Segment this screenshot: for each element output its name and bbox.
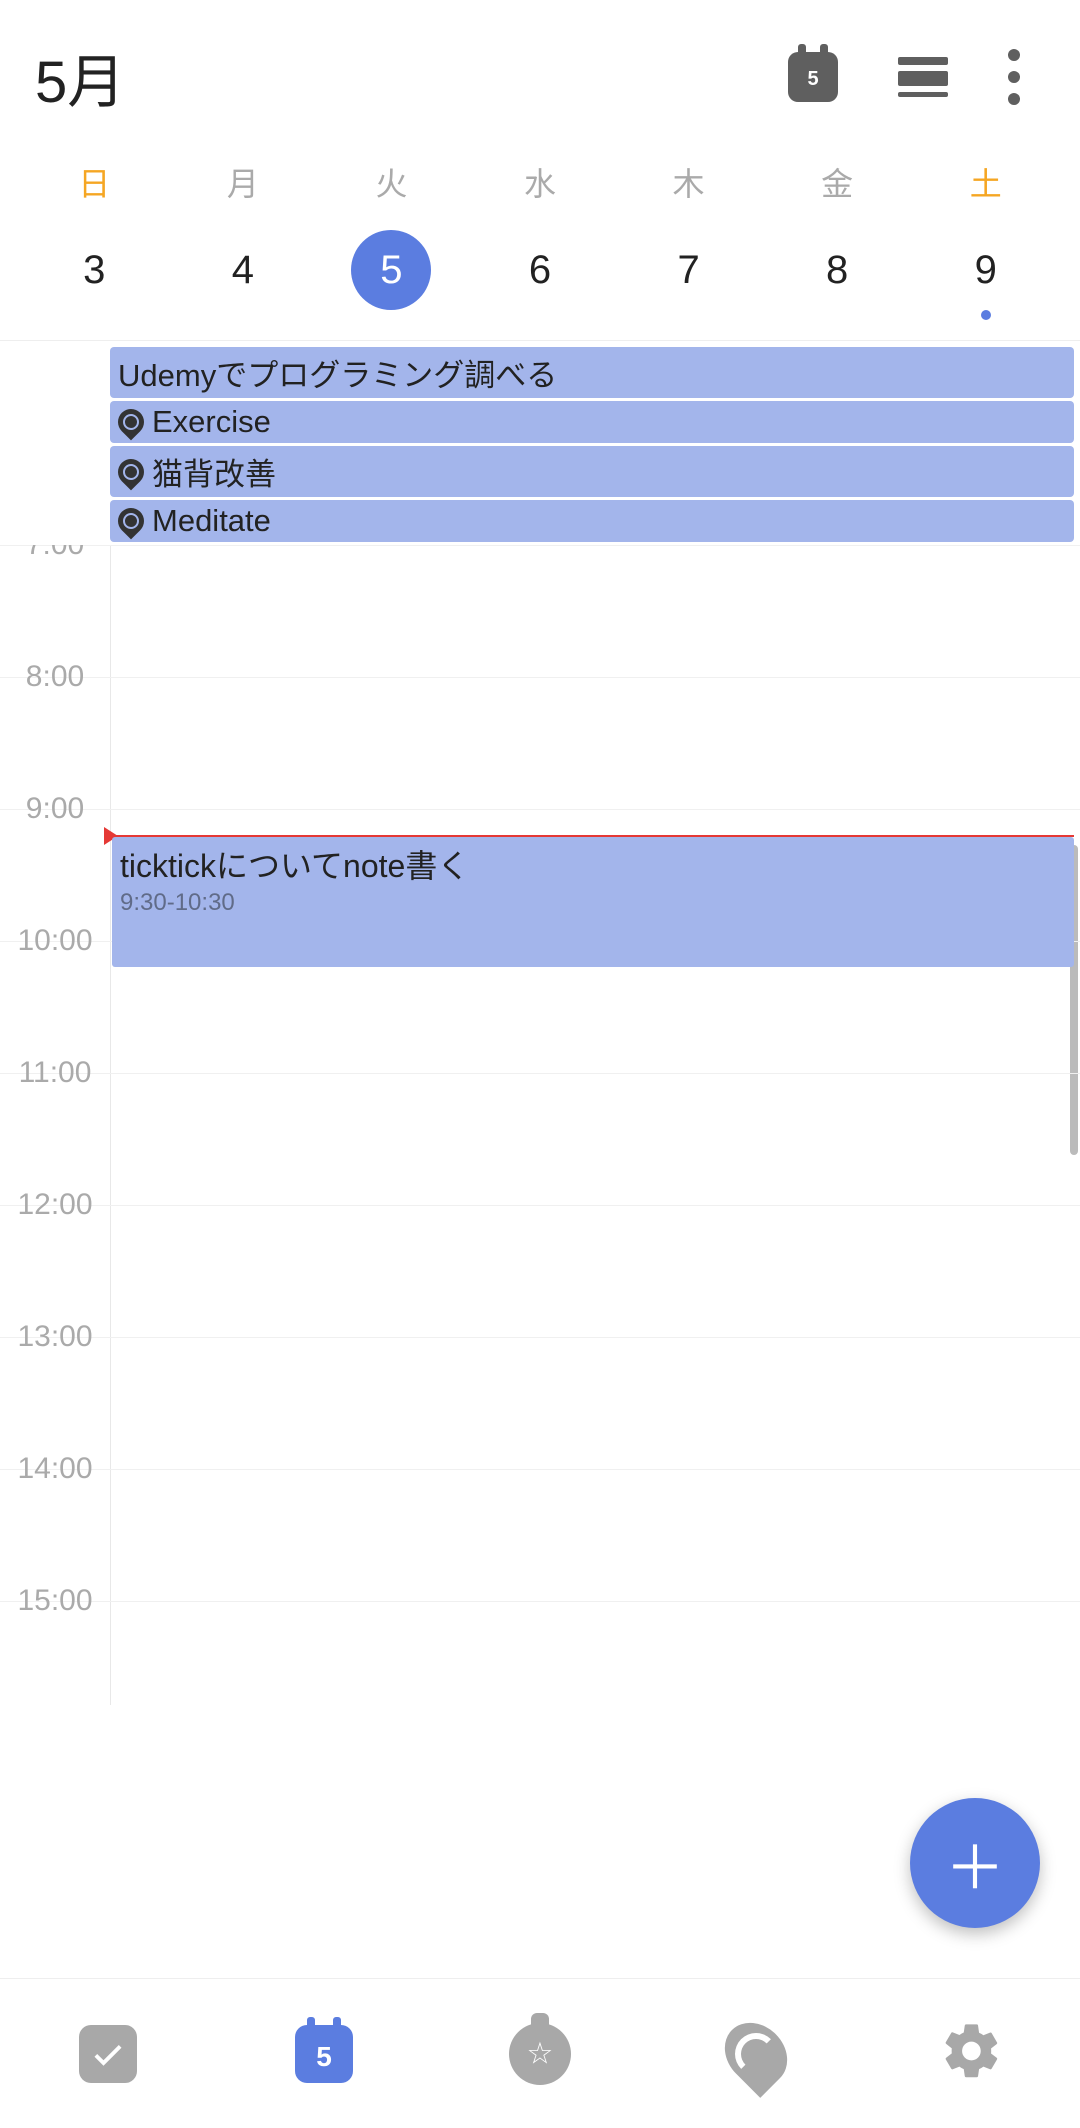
hour-line [0, 545, 1080, 546]
day-of-week: 月 [169, 149, 318, 215]
day-of-week: 木 [614, 149, 763, 215]
hour-label: 12:00 [0, 1188, 110, 1222]
allday-event[interactable]: Meditate [110, 500, 1074, 542]
nav-habit[interactable] [648, 2020, 864, 2088]
timeline-gutter [110, 545, 111, 1705]
date-number: 7 [649, 230, 729, 310]
date-cell[interactable]: 6 [466, 230, 615, 310]
day-of-week: 火 [317, 149, 466, 215]
day-of-week: 土 [911, 149, 1060, 215]
event-title: ticktickについてnote書く [120, 841, 1066, 887]
plus-icon: ＋ [945, 1820, 1005, 1907]
nav-settings[interactable] [864, 2019, 1080, 2088]
nav-tasks[interactable] [0, 2025, 216, 2083]
event-title: Exercise [152, 404, 271, 440]
allday-event[interactable]: Udemyでプログラミング調べる [110, 347, 1074, 398]
check-icon [79, 2025, 137, 2083]
clock-pin-icon [113, 503, 150, 540]
date-cell[interactable]: 8 [763, 230, 912, 310]
allday-event[interactable]: Exercise [110, 401, 1074, 443]
date-cell[interactable]: 3 [20, 230, 169, 310]
allday-section: Udemyでプログラミング調べる Exercise 猫背改善 Meditate [110, 347, 1080, 542]
date-number: 6 [500, 230, 580, 310]
event-time: 9:30-10:30 [120, 889, 1066, 917]
hour-label: 15:00 [0, 1584, 110, 1618]
app-header: 5月 5 [0, 0, 1080, 149]
more-icon[interactable] [1008, 49, 1020, 105]
hour-label: 10:00 [0, 924, 110, 958]
clock-pin-icon [113, 404, 150, 441]
habit-icon [712, 2010, 800, 2098]
date-number: 5 [351, 230, 431, 310]
nav-calendar[interactable]: 5 [216, 2025, 432, 2083]
day-of-week: 金 [763, 149, 912, 215]
nav-pomo[interactable]: ☆ [432, 2023, 648, 2085]
hour-line [0, 1337, 1080, 1338]
week-date-row: 3456789 [0, 215, 1080, 330]
month-title[interactable]: 5月 [35, 35, 125, 119]
hour-label: 11:00 [0, 1056, 110, 1090]
allday-event[interactable]: 猫背改善 [110, 446, 1074, 497]
hour-label: 13:00 [0, 1320, 110, 1354]
today-icon[interactable]: 5 [788, 52, 838, 102]
header-actions: 5 [788, 49, 1020, 105]
event-title: 猫背改善 [152, 449, 276, 494]
date-number: 9 [946, 230, 1026, 310]
date-number: 4 [203, 230, 283, 310]
hour-label: 7:00 [0, 545, 110, 562]
hour-line [0, 1469, 1080, 1470]
hour-line [0, 1205, 1080, 1206]
hour-label: 8:00 [0, 660, 110, 694]
week-day-row: 日月火水木金土 [0, 149, 1080, 215]
hour-line [0, 809, 1080, 810]
add-button[interactable]: ＋ [910, 1798, 1040, 1928]
hour-label: 14:00 [0, 1452, 110, 1486]
day-of-week: 水 [466, 149, 615, 215]
timeline[interactable]: 7:00 8:00 9:00 10:00 11:00 12:00 13:00 14:00 15:… [0, 545, 1080, 1705]
view-switch-icon[interactable] [898, 57, 948, 97]
hour-line [0, 677, 1080, 678]
calendar-icon: 5 [295, 2025, 353, 2083]
date-number: 8 [797, 230, 877, 310]
timed-event[interactable]: ticktickについてnote書く9:30-10:30 [112, 837, 1074, 967]
event-title: Udemyでプログラミング調べる [118, 350, 557, 395]
clock-pin-icon [113, 453, 150, 490]
nav-calendar-date: 5 [316, 2041, 332, 2073]
pomo-icon: ☆ [509, 2023, 571, 2085]
hour-label: 9:00 [0, 792, 110, 826]
date-cell[interactable]: 9 [911, 230, 1060, 310]
bottom-nav: 5 ☆ [0, 1978, 1080, 2128]
day-of-week: 日 [20, 149, 169, 215]
event-title: Meditate [152, 503, 271, 539]
hour-line [0, 1073, 1080, 1074]
date-cell[interactable]: 4 [169, 230, 318, 310]
date-number: 3 [54, 230, 134, 310]
gear-icon [940, 2019, 1004, 2088]
hour-line [0, 1601, 1080, 1602]
today-icon-number: 5 [807, 68, 818, 91]
divider [0, 340, 1080, 341]
event-dot [981, 310, 991, 320]
date-cell[interactable]: 5 [317, 230, 466, 310]
date-cell[interactable]: 7 [614, 230, 763, 310]
